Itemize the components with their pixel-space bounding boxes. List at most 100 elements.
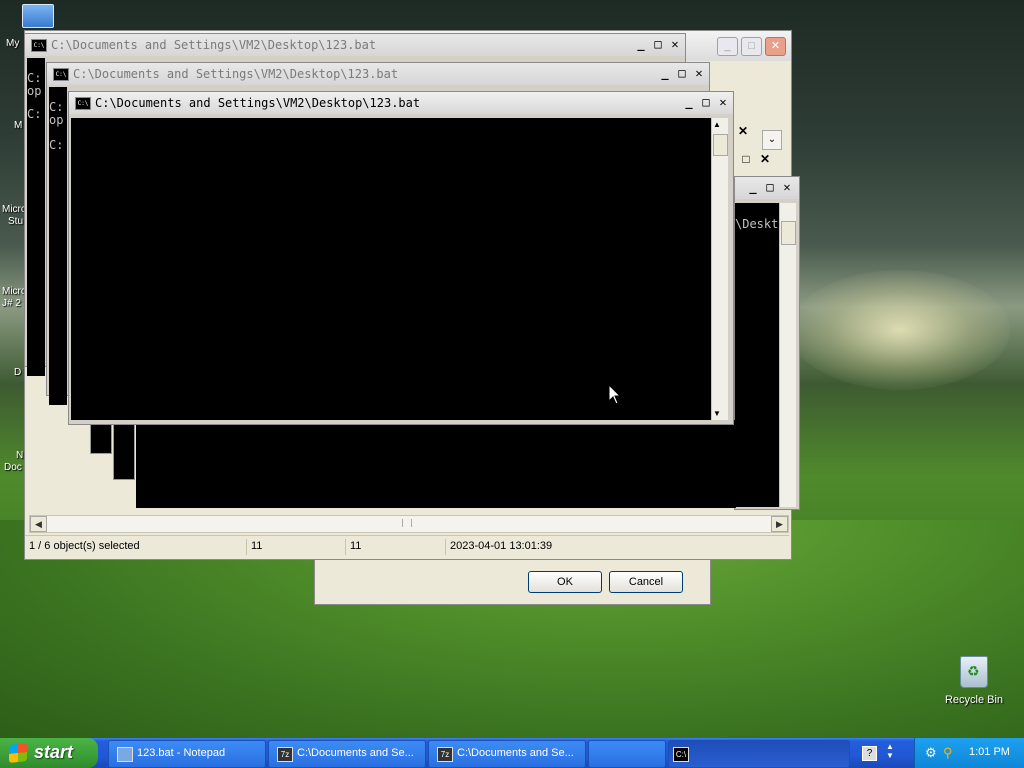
minimize-button[interactable]: _	[681, 95, 697, 110]
search-icon[interactable]: ⚲	[943, 745, 953, 761]
close-button[interactable]: ✕	[765, 37, 786, 56]
console-line: C:	[27, 107, 42, 121]
7zip-icon: 7z	[277, 747, 293, 762]
taskbar-item-blank[interactable]	[588, 740, 666, 768]
minimize-button[interactable]: _	[657, 66, 673, 81]
console-fragment	[90, 422, 112, 454]
console-output	[71, 118, 711, 420]
scroll-right-button[interactable]: ▶	[771, 516, 788, 532]
desktop-label: Doc	[4, 462, 22, 473]
cmd-icon: C:\	[673, 747, 689, 762]
console-window-back: _ □ ✕ \Deskt	[734, 176, 800, 510]
console-output: \Deskt	[735, 203, 779, 507]
cmd-icon: C:\	[75, 97, 91, 110]
status-bar: 1 / 6 object(s) selected 11 11 2023-04-0…	[25, 535, 789, 558]
horizontal-scrollbar[interactable]: ◀ ▶	[29, 515, 789, 533]
wallpaper-cloud-glow	[790, 270, 1010, 390]
console-titlebar[interactable]: C:\ C:\Documents and Settings\VM2\Deskto…	[25, 34, 685, 56]
console-titlebar[interactable]: _ □ ✕	[735, 177, 799, 199]
taskbar-item-label: C:\Documents and Se...	[457, 747, 574, 759]
confirm-dialog: OK Cancel	[314, 558, 711, 605]
clock[interactable]: 1:01 PM	[969, 746, 1010, 758]
console-output: C: op C:	[27, 58, 45, 376]
status-modified: 2023-04-01 13:01:39	[450, 540, 553, 552]
minimize-button[interactable]: _	[745, 180, 761, 195]
scroll-up-icon[interactable]: ▲	[713, 120, 721, 129]
console-line: op	[49, 113, 64, 127]
ok-button[interactable]: OK	[528, 571, 602, 593]
cancel-button[interactable]: Cancel	[609, 571, 683, 593]
console-output	[136, 420, 736, 508]
console-window-back-bottom	[136, 420, 736, 508]
taskbar-item-archive-1[interactable]: 7z C:\Documents and Se...	[268, 740, 426, 768]
system-tray: ⚙ ⚲ 1:01 PM	[914, 738, 1024, 768]
start-label: start	[34, 742, 74, 762]
close-button[interactable]: ✕	[667, 37, 683, 52]
maximize-button[interactable]: □	[762, 180, 778, 195]
console-output: C: op C:	[49, 87, 67, 405]
taskbar-item-label: C:\Documents and Se...	[297, 747, 414, 759]
vertical-scrollbar[interactable]	[779, 203, 796, 507]
console-fragment	[113, 422, 135, 480]
network-icon[interactable]: ⚙	[925, 745, 937, 761]
desktop-label: N	[16, 450, 24, 461]
dropdown-arrow-icon[interactable]: ⌄	[762, 130, 782, 150]
console-title: C:\Documents and Settings\VM2\Desktop\12…	[95, 96, 421, 110]
taskbar-item-archive-2[interactable]: 7z C:\Documents and Se...	[428, 740, 586, 768]
7zip-icon: 7z	[437, 747, 453, 762]
status-size: 11	[251, 540, 263, 552]
maximize-button[interactable]: □	[738, 152, 754, 167]
desktop-label: My	[6, 38, 20, 49]
cmd-icon: C:\	[53, 68, 69, 81]
console-line: op	[27, 84, 42, 98]
maximize-button[interactable]: □	[698, 95, 714, 110]
close-button[interactable]: ✕	[715, 95, 731, 110]
taskbar-scroll-arrows-icon[interactable]: ▲ ▼	[886, 742, 894, 760]
console-window-active: C:\ C:\Documents and Settings\VM2\Deskto…	[68, 91, 734, 425]
desktop-label: M	[14, 120, 23, 131]
maximize-button[interactable]: □	[674, 66, 690, 81]
maximize-button[interactable]: □	[650, 37, 666, 52]
console-titlebar[interactable]: C:\ C:\Documents and Settings\VM2\Deskto…	[69, 92, 733, 114]
desktop-icon-recycle-bin[interactable]: Recycle Bin	[944, 656, 1004, 706]
close-button[interactable]: ✕	[735, 124, 751, 139]
taskbar-item-label: 123.bat - Notepad	[137, 747, 226, 759]
recycle-bin-label: Recycle Bin	[944, 694, 1004, 706]
computer-icon	[22, 4, 54, 28]
desktop-label: Micro	[2, 204, 27, 215]
windows-logo-icon	[9, 743, 27, 763]
desktop-label: D	[14, 367, 22, 378]
desktop-label: Stu	[8, 216, 24, 227]
scroll-thumb[interactable]	[781, 221, 796, 245]
mouse-cursor-icon	[608, 384, 622, 405]
close-button[interactable]: ✕	[691, 66, 707, 81]
scroll-thumb-grip	[402, 519, 412, 527]
taskbar: start 123.bat - Notepad 7z C:\Documents …	[0, 738, 1024, 768]
vertical-scrollbar[interactable]: ▲ ▼	[711, 118, 728, 420]
taskbar-item-notepad[interactable]: 123.bat - Notepad	[108, 740, 266, 768]
recycle-bin-icon	[960, 656, 988, 688]
minimize-button[interactable]: _	[633, 37, 649, 52]
taskbar-item-console[interactable]: C:\	[668, 740, 850, 768]
console-text: \Deskt	[735, 217, 779, 231]
cmd-icon: C:\	[31, 39, 47, 52]
close-button[interactable]: ✕	[757, 152, 773, 167]
help-icon[interactable]: ?	[862, 746, 877, 761]
desktop-icon-my-computer[interactable]	[22, 4, 54, 30]
minimize-button[interactable]: _	[717, 37, 738, 56]
console-title: C:\Documents and Settings\VM2\Desktop\12…	[51, 38, 377, 52]
maximize-button[interactable]: □	[741, 37, 762, 56]
console-line: C:	[49, 138, 64, 152]
desktop-label: J# 2	[2, 298, 21, 309]
status-selection: 1 / 6 object(s) selected	[29, 540, 140, 552]
notepad-icon	[117, 747, 133, 762]
start-button[interactable]: start	[0, 738, 98, 768]
close-button[interactable]: ✕	[779, 180, 795, 195]
scroll-down-icon[interactable]: ▼	[713, 409, 721, 418]
status-packed-size: 11	[350, 540, 362, 552]
console-titlebar[interactable]: C:\ C:\Documents and Settings\VM2\Deskto…	[47, 63, 709, 85]
desktop-label: Micro	[2, 286, 27, 297]
scroll-left-button[interactable]: ◀	[30, 516, 47, 532]
scroll-thumb[interactable]	[713, 134, 728, 156]
console-title: C:\Documents and Settings\VM2\Desktop\12…	[73, 67, 399, 81]
